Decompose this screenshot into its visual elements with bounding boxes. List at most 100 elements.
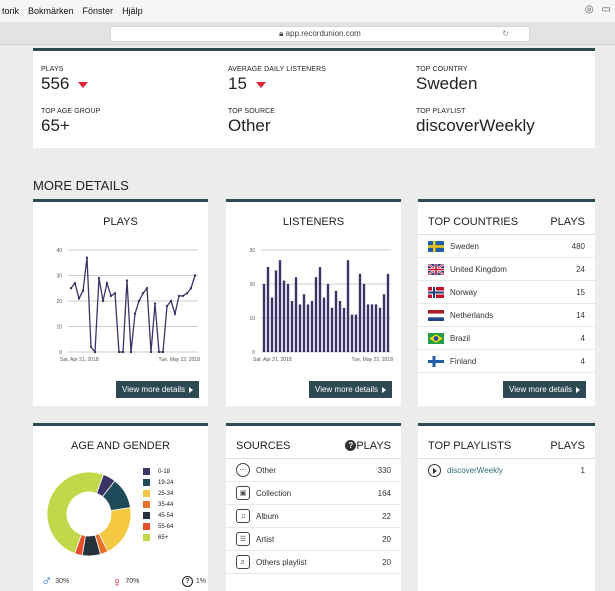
source-row[interactable]: ▣ Collection 164 xyxy=(226,482,401,505)
sources-title: SOURCES xyxy=(236,440,291,452)
view-more-button[interactable]: View more details xyxy=(116,381,199,398)
avg-listeners-stat: AVERAGE DAILY LISTENERS 15 xyxy=(228,66,326,94)
country-plays: 14 xyxy=(576,310,585,320)
listener-bar xyxy=(318,267,322,352)
listener-bar xyxy=(326,284,330,352)
data-point xyxy=(137,299,141,303)
data-point xyxy=(125,279,129,282)
view-more-button[interactable]: View more details xyxy=(503,381,586,398)
airplay-icon[interactable]: ▭ xyxy=(602,4,611,15)
country-plays: 4 xyxy=(580,356,585,366)
source-row[interactable]: ♬ Others playlist 20 xyxy=(226,551,401,574)
top-playlist-stat: TOP PLAYLIST discoverWeekly xyxy=(416,108,535,136)
source-row[interactable]: ☰ Artist 20 xyxy=(226,528,401,551)
uk-flag-icon xyxy=(428,263,444,275)
country-name: Brazil xyxy=(450,333,471,343)
data-point xyxy=(121,350,125,354)
data-point xyxy=(117,350,121,354)
country-name: Netherlands xyxy=(450,310,494,320)
menu-item[interactable]: Hjälp xyxy=(122,6,143,16)
listener-bar xyxy=(358,273,362,352)
playlist-list: discoverWeekly 1 xyxy=(418,459,595,482)
listener-bar xyxy=(282,280,286,352)
listeners-chart-title: LISTENERS xyxy=(282,216,345,228)
source-name: Artist xyxy=(256,534,275,544)
norway-flag-icon xyxy=(428,286,444,298)
y-tick-label: 0 xyxy=(252,350,255,356)
legend-item: 19-24 xyxy=(143,477,173,488)
listener-bar xyxy=(370,304,374,352)
y-tick-label: 10 xyxy=(56,325,62,331)
view-more-label: View more details xyxy=(122,385,185,394)
plays-column-header: PLAYS xyxy=(356,440,391,452)
collection-icon: ▣ xyxy=(236,486,250,500)
netherlands-flag-icon xyxy=(428,309,444,321)
x-tick-label: Tue, May 22, 2018 xyxy=(351,357,393,363)
country-row[interactable]: Netherlands 14 xyxy=(418,304,595,327)
other-icon: ⋯ xyxy=(236,463,250,477)
age-gender-title: AGE AND GENDER xyxy=(70,440,171,452)
country-plays: 15 xyxy=(576,287,585,297)
summary-panel: PLAYS 556 AVERAGE DAILY LISTENERS 15 TOP… xyxy=(33,48,595,148)
male-stat: ♂ 30% xyxy=(41,572,69,590)
data-point xyxy=(165,304,169,308)
data-point xyxy=(141,292,145,295)
menu-item[interactable]: Bokmärken xyxy=(28,6,74,16)
listener-bar xyxy=(306,304,310,352)
address-bar[interactable]: 🔒︎ app.recordunion.com ↻ xyxy=(110,26,530,42)
listener-bar xyxy=(290,301,294,352)
question-icon: ? xyxy=(181,576,193,587)
country-row[interactable]: Brazil 4 xyxy=(418,327,595,350)
legend-item: 55-64 xyxy=(143,521,173,532)
top-playlist-label: TOP PLAYLIST xyxy=(416,108,466,115)
top-countries-title: TOP COUNTRIES xyxy=(428,216,519,228)
source-plays: 20 xyxy=(382,534,391,544)
y-tick-label: 20 xyxy=(56,299,62,305)
source-name: Collection xyxy=(256,488,292,498)
data-point xyxy=(181,294,185,298)
male-icon: ♂ xyxy=(41,572,53,590)
source-row[interactable]: ⋯ Other 330 xyxy=(226,459,401,482)
source-row[interactable]: ♫ Album 22 xyxy=(226,505,401,528)
legend-label: 19-24 xyxy=(158,479,174,486)
data-point xyxy=(169,299,173,303)
eye-icon[interactable]: ◎ xyxy=(585,4,594,15)
reload-icon[interactable]: ↻ xyxy=(502,27,509,41)
female-icon: ♀ xyxy=(111,573,123,590)
top-age-value: 65+ xyxy=(41,116,70,135)
menu-item[interactable]: torik xyxy=(2,6,19,16)
country-row[interactable]: Norway 15 xyxy=(418,281,595,304)
listener-bar xyxy=(286,284,290,352)
y-tick-label: 30 xyxy=(249,248,255,254)
country-row[interactable]: United Kingdom 24 xyxy=(418,258,595,281)
female-stat: ♀ 70% xyxy=(111,573,140,590)
menubar: torik Bokmärken Fönster Hjälp ◎ ▭ xyxy=(0,0,615,22)
source-plays: 330 xyxy=(377,465,391,475)
data-point xyxy=(105,281,109,285)
legend-item: 0-18 xyxy=(143,466,173,477)
listener-bar xyxy=(346,260,350,352)
listener-bar xyxy=(342,307,346,352)
playlist-link[interactable]: discoverWeekly xyxy=(447,466,581,475)
data-point xyxy=(153,302,157,305)
country-row[interactable]: Finland 4 xyxy=(418,350,595,373)
legend-label: 35-44 xyxy=(158,501,174,508)
listener-bar xyxy=(374,304,378,352)
plays-line xyxy=(70,257,196,354)
play-icon[interactable] xyxy=(428,464,441,477)
listener-bar xyxy=(314,277,318,352)
x-tick-label: Tue, May 22, 2018 xyxy=(158,357,200,363)
country-row[interactable]: Sweden 480 xyxy=(418,235,595,258)
help-icon[interactable]: ? xyxy=(345,440,357,451)
data-point xyxy=(81,289,85,292)
menu-item[interactable]: Fönster xyxy=(83,6,114,16)
top-country-stat: TOP COUNTRY Sweden xyxy=(416,66,477,94)
source-name: Others playlist xyxy=(256,557,307,567)
down-arrow-icon xyxy=(78,82,89,88)
view-more-button[interactable]: View more details xyxy=(309,381,392,398)
playlist-row: discoverWeekly 1 xyxy=(418,459,595,482)
y-tick-label: 10 xyxy=(249,316,255,322)
caret-right-icon xyxy=(382,386,386,393)
listener-bar xyxy=(298,304,302,352)
brazil-flag-icon xyxy=(428,332,444,344)
